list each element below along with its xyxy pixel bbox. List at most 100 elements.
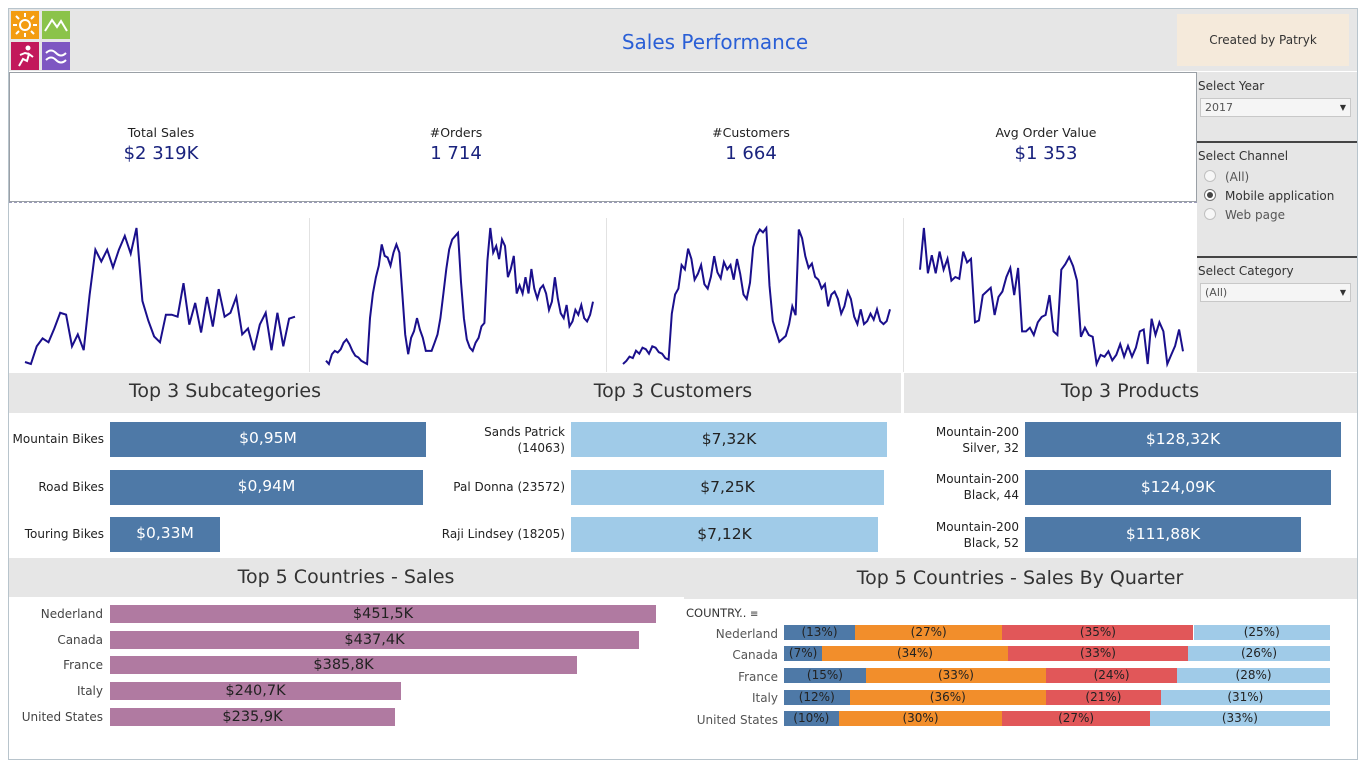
quarter-segment[interactable]: (27%) xyxy=(1002,711,1150,726)
kpi-label: #Customers xyxy=(712,125,790,140)
radio-icon xyxy=(1204,170,1216,182)
product-name: Mountain-200 xyxy=(935,520,1019,534)
channel-option-web[interactable]: Web page xyxy=(1204,208,1285,222)
subcategory-label: Road Bikes xyxy=(38,480,104,494)
quarter-segment[interactable]: (10%) xyxy=(784,711,839,726)
country-sales-bar[interactable]: $451,5K xyxy=(110,605,656,623)
kpi-value: $2 319K xyxy=(123,143,199,164)
country-label: Nederland xyxy=(40,607,103,621)
year-select-value: 2017 xyxy=(1205,101,1233,114)
sparkline-series xyxy=(325,227,594,367)
kpi-divider xyxy=(9,202,1197,203)
kpi-value: 1 664 xyxy=(725,143,777,164)
sort-icon[interactable]: ≡ xyxy=(750,609,758,620)
radio-selected-icon xyxy=(1204,189,1216,201)
subcategory-label: Touring Bikes xyxy=(24,527,104,541)
category-filter-label: Select Category xyxy=(1198,264,1294,278)
country-label: Canada xyxy=(57,633,103,647)
top-customers-title: Top 3 Customers xyxy=(593,380,753,402)
quarter-segment[interactable]: (12%) xyxy=(784,690,850,705)
customer-bar[interactable]: $7,25K xyxy=(571,470,884,505)
quarter-country-label: Canada xyxy=(732,648,778,662)
page-title: Sales Performance xyxy=(621,30,809,54)
quarter-segment[interactable]: (33%) xyxy=(1149,711,1330,726)
radio-label: Web page xyxy=(1225,208,1285,222)
column-header-label: COUNTRY.. xyxy=(686,606,747,620)
customer-name: Sands Patrick xyxy=(484,425,565,439)
customer-id: (14063) xyxy=(517,441,565,455)
sparkline-customers xyxy=(622,225,891,365)
country-label: Italy xyxy=(76,684,103,698)
filter-panel: Select Year 2017 ▼ Select Channel (All) … xyxy=(1197,72,1357,372)
quarter-segment[interactable]: (31%) xyxy=(1160,690,1330,705)
top-countries-quarter-title: Top 5 Countries - Sales By Quarter xyxy=(856,567,1184,589)
sparkline-series xyxy=(24,227,296,366)
channel-option-mobile[interactable]: Mobile application xyxy=(1204,189,1334,203)
customer-label: Pal Donna (23572) xyxy=(453,480,565,494)
category-select[interactable]: (All) ▼ xyxy=(1200,283,1351,302)
quarter-segment[interactable]: (36%) xyxy=(849,690,1047,705)
product-variant: Black, 52 xyxy=(963,536,1019,550)
sparkline-orders xyxy=(325,227,594,367)
quarter-segment[interactable]: (13%) xyxy=(784,625,855,640)
product-bar[interactable]: $124,09K xyxy=(1025,470,1331,505)
kpi-label: Total Sales xyxy=(127,125,195,140)
customer-bar[interactable]: $7,32K xyxy=(571,422,887,457)
quarter-segment[interactable]: (33%) xyxy=(1007,646,1189,661)
channel-option-all[interactable]: (All) xyxy=(1204,170,1249,184)
sparkline-avg-order-value xyxy=(919,227,1184,368)
product-bar[interactable]: $111,88K xyxy=(1025,517,1301,552)
quarter-country-label: Italy xyxy=(751,691,778,705)
quarter-segment[interactable]: (30%) xyxy=(838,711,1003,726)
product-name: Mountain-200 xyxy=(935,425,1019,439)
product-bar[interactable]: $128,32K xyxy=(1025,422,1341,457)
quarter-segment[interactable]: (33%) xyxy=(865,668,1047,683)
year-filter-label: Select Year xyxy=(1198,79,1265,93)
kpi-label: Avg Order Value xyxy=(995,125,1097,140)
customer-label: Sands Patrick (14063) xyxy=(420,424,565,456)
subcategory-bar[interactable]: $0,94M xyxy=(110,470,423,505)
quarter-segment[interactable]: (26%) xyxy=(1188,646,1330,661)
country-sales-bar[interactable]: $385,8K xyxy=(110,656,577,674)
sparkline-total-sales xyxy=(24,227,296,366)
quarter-country-label: United States xyxy=(696,713,778,727)
quarter-segment[interactable]: (25%) xyxy=(1193,625,1330,640)
quarter-segment[interactable]: (28%) xyxy=(1177,668,1330,683)
year-select[interactable]: 2017 ▼ xyxy=(1200,98,1351,117)
product-label: Mountain-200 Silver, 32 xyxy=(904,424,1019,456)
sparkline-row xyxy=(9,218,1197,372)
country-column-header[interactable]: COUNTRY.. ≡ xyxy=(686,606,758,620)
subcategory-bar[interactable]: $0,33M xyxy=(110,517,220,552)
category-select-value: (All) xyxy=(1205,286,1228,299)
kpi-avg-order-value: Avg Order Value $1 353 xyxy=(946,125,1146,164)
country-sales-bar[interactable]: $240,7K xyxy=(110,682,401,700)
subcategory-bar[interactable]: $0,95M xyxy=(110,422,426,457)
product-variant: Silver, 32 xyxy=(962,441,1019,455)
quarter-segment[interactable]: (35%) xyxy=(1002,625,1194,640)
kpi-customers: #Customers 1 664 xyxy=(651,125,851,164)
radio-icon xyxy=(1204,208,1216,220)
customer-bar[interactable]: $7,12K xyxy=(571,517,878,552)
country-label: France xyxy=(63,658,103,672)
quarter-segment[interactable]: (27%) xyxy=(855,625,1003,640)
mountain-logo-icon xyxy=(42,11,70,39)
quarter-segment[interactable]: (7%) xyxy=(784,646,823,661)
filter-separator xyxy=(1197,141,1357,143)
runner-logo-icon xyxy=(11,42,39,70)
quarter-country-label: Nederland xyxy=(715,627,778,641)
chevron-down-icon: ▼ xyxy=(1339,103,1346,112)
quarter-segment[interactable]: (15%) xyxy=(784,668,866,683)
filter-separator xyxy=(1197,256,1357,258)
author-credit: Created by Patryk Kazmierak xyxy=(1177,14,1349,99)
country-sales-bar[interactable]: $437,4K xyxy=(110,631,639,649)
product-label: Mountain-200 Black, 52 xyxy=(904,519,1019,551)
quarter-segment[interactable]: (34%) xyxy=(822,646,1008,661)
kpi-value: 1 714 xyxy=(430,143,482,164)
top-subcategories-title: Top 3 Subcategories xyxy=(129,380,321,402)
kpi-orders: #Orders 1 714 xyxy=(356,125,556,164)
country-sales-bar[interactable]: $235,9K xyxy=(110,708,395,726)
kpi-panel: Total Sales $2 319K #Orders 1 714 #Custo… xyxy=(9,72,1197,202)
product-variant: Black, 44 xyxy=(963,488,1019,502)
quarter-segment[interactable]: (21%) xyxy=(1046,690,1161,705)
quarter-segment[interactable]: (24%) xyxy=(1046,668,1178,683)
